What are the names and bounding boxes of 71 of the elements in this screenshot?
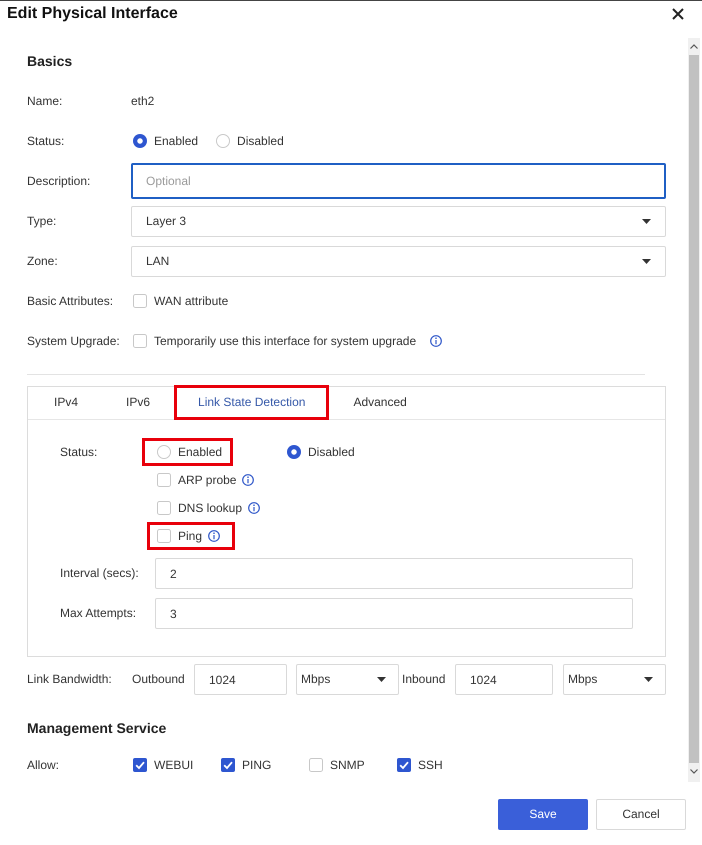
field-label: Interval (secs): (60, 566, 140, 581)
checkbox[interactable] (221, 758, 235, 772)
caret-icon (644, 677, 653, 682)
tab[interactable]: Link State Detection (174, 385, 330, 420)
field-label: Link Bandwidth: (27, 672, 113, 687)
tab[interactable]: IPv6 (102, 385, 174, 420)
caret-icon (642, 258, 651, 264)
field-value: eth2 (131, 94, 154, 108)
checkbox-label: Ping (178, 528, 202, 544)
checkbox[interactable] (157, 473, 171, 487)
scroll-up-icon[interactable] (690, 44, 698, 49)
select-field[interactable]: Mbps (296, 664, 399, 695)
field-label: Description: (27, 174, 92, 188)
close-icon[interactable] (672, 8, 684, 20)
field-label: Status: (27, 134, 66, 148)
field-label: Status: (60, 444, 98, 460)
info-icon[interactable] (430, 334, 442, 347)
checkbox[interactable] (133, 294, 147, 308)
field-label: Type: (27, 214, 58, 228)
checkbox[interactable] (133, 334, 147, 348)
radio-button[interactable] (216, 134, 230, 148)
radio-label: Disabled (308, 444, 355, 460)
radio-button[interactable] (287, 445, 301, 459)
select-field[interactable]: Layer 3 (131, 206, 666, 236)
input-field[interactable]: Optional (131, 163, 666, 199)
field-label: Basic Attributes: (27, 294, 114, 308)
checkbox-label: WEBUI (154, 758, 194, 772)
radio-label: Disabled (237, 134, 284, 148)
checkbox[interactable] (157, 501, 171, 515)
checkbox[interactable] (397, 758, 411, 772)
tab[interactable]: IPv4 (30, 385, 102, 420)
input-field[interactable]: 1024 (455, 664, 553, 695)
field-label: Zone: (27, 254, 59, 268)
input-field[interactable]: 3 (155, 598, 633, 629)
field-label: Max Attempts: (60, 606, 138, 621)
info-icon[interactable] (242, 474, 254, 486)
field-label: Inbound (402, 672, 446, 687)
field-label: Allow: (27, 758, 60, 772)
scrollbar-thumb[interactable] (689, 55, 699, 763)
save-button[interactable]: Save (498, 799, 588, 830)
dialog-title: Edit Physical Interface (7, 4, 178, 24)
checkbox[interactable] (157, 529, 171, 543)
checkbox[interactable] (133, 758, 147, 772)
caret-icon (642, 218, 651, 224)
select-field[interactable]: Mbps (563, 664, 666, 695)
field-label: Outbound (132, 672, 186, 687)
cancel-button[interactable]: Cancel (596, 799, 686, 830)
select-field[interactable]: LAN (131, 246, 666, 276)
field-label: System Upgrade: (27, 334, 121, 348)
checkbox-label: WAN attribute (154, 294, 228, 308)
radio-label: Enabled (178, 444, 222, 460)
checkbox-label: Temporarily use this interface for system upgrade (154, 334, 416, 348)
radio-button[interactable] (133, 134, 147, 148)
radio-label: Enabled (154, 134, 198, 148)
tab[interactable]: Advanced (329, 385, 431, 420)
checkbox-label: SNMP (330, 758, 365, 772)
field-label: Name: (27, 94, 64, 108)
radio-button[interactable] (157, 445, 171, 459)
checkbox-label: ARP probe (178, 472, 236, 488)
input-field[interactable]: 2 (155, 558, 633, 589)
checkbox[interactable] (309, 758, 323, 772)
caret-icon (377, 677, 386, 682)
section-heading: Management Service (27, 718, 168, 738)
info-icon[interactable] (248, 502, 260, 514)
checkbox-label: SSH (418, 758, 443, 772)
checkbox-label: DNS lookup (178, 500, 242, 516)
scroll-down-icon[interactable] (690, 769, 698, 774)
section-heading: Basics (27, 52, 74, 71)
input-field[interactable]: 1024 (194, 664, 287, 695)
checkbox-label: PING (242, 758, 272, 772)
info-icon[interactable] (208, 530, 220, 542)
